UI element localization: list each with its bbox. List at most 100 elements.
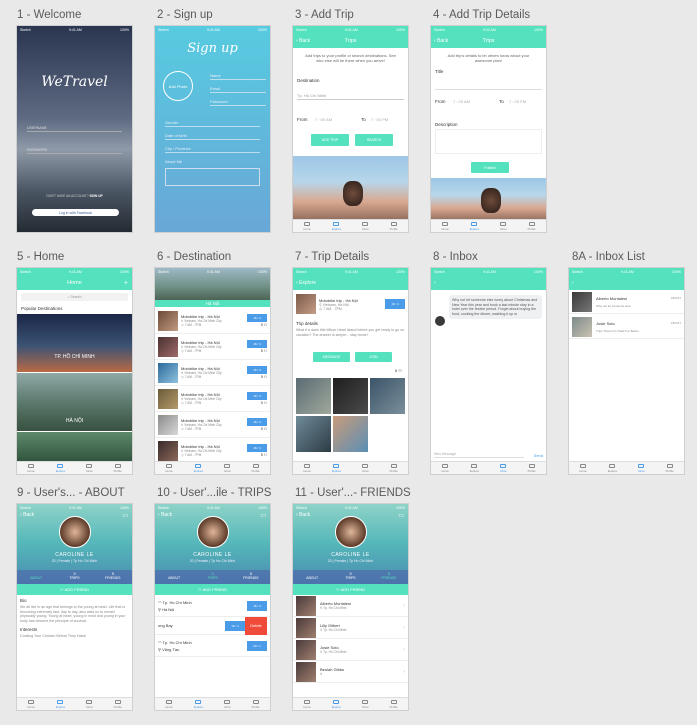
description-textarea[interactable] xyxy=(435,129,542,154)
add-photo-button[interactable]: Add Photo xyxy=(163,71,193,101)
back-button[interactable]: ‹ Back xyxy=(296,512,310,518)
delete-button[interactable]: Delete xyxy=(245,616,267,635)
tab-explore[interactable]: Explore xyxy=(56,463,65,473)
to-input[interactable]: 7 : 00 PM xyxy=(509,99,526,104)
gallery-photo[interactable] xyxy=(296,416,331,452)
tab-inbox[interactable]: Inbox xyxy=(638,463,645,473)
tab-home[interactable]: Home xyxy=(441,463,449,473)
tab-inbox[interactable]: Inbox xyxy=(362,221,369,231)
search-button[interactable]: SEARCH xyxy=(355,134,393,146)
friend-row[interactable]: Lilly Gilbert ⚲ Tp. Hồ Chí Minh › xyxy=(293,617,408,639)
tab-explore[interactable]: Explore xyxy=(56,699,65,709)
city-card-hanoi[interactable]: HÀ NỘI xyxy=(17,373,132,431)
tab-explore[interactable]: Explore xyxy=(194,699,203,709)
trip-row[interactable]: ◠ Tp. Hồ Chí Minh ⚲ Vũng Tàu 20 / 1 xyxy=(155,635,270,657)
tab-home[interactable]: Home xyxy=(27,699,35,709)
gallery-photo[interactable] xyxy=(333,378,368,414)
city-field[interactable]: City / Province xyxy=(165,146,260,153)
gallery-photo[interactable] xyxy=(296,378,331,414)
tab-inbox[interactable]: Inbox xyxy=(86,463,93,473)
add-friend-button[interactable]: ⚇ ADD FRIEND xyxy=(155,584,270,595)
destination-input[interactable]: Tp. Hồ Chí Minh xyxy=(297,93,404,100)
city-card-third[interactable] xyxy=(17,432,132,464)
back-button[interactable]: ‹ Back xyxy=(158,512,172,518)
friend-row[interactable]: Josie Soto ⚲ Tp. Hồ Chí Minh › xyxy=(293,639,408,661)
profile-tab-friends[interactable]: 5 FRIENDS xyxy=(370,570,408,584)
trip-list-item[interactable]: Motobike trip - Hà Nội ⚲ Vietnam, Ha Chi… xyxy=(155,412,270,438)
tab-explore[interactable]: Explore xyxy=(332,221,341,231)
trip-list-item[interactable]: Motobike trip - Hà Nội ⚲ Vietnam, Ha Chi… xyxy=(155,386,270,412)
back-button[interactable]: ‹ xyxy=(434,280,436,286)
city-card-hcm[interactable]: TP. HỒ CHÍ MINH xyxy=(17,314,132,372)
tab-explore[interactable]: Explore xyxy=(332,463,341,473)
trip-row[interactable]: ◠ Tp. Hồ Chí Minh ⚲ Hà Nội 16 / 4 xyxy=(155,595,270,617)
profile-tab-friends[interactable]: 5 FRIENDS xyxy=(94,570,132,584)
name-field[interactable]: Name xyxy=(210,73,266,80)
tab-profile[interactable]: Profile xyxy=(390,221,398,231)
friend-row[interactable]: Alberto Montalesi ⚲ Tp. Hồ Chí Minh › xyxy=(293,595,408,617)
friend-row[interactable]: Beulah Gibbs ⚲ › xyxy=(293,661,408,683)
from-input[interactable]: 7 : 00 AM xyxy=(315,117,332,122)
publish-button[interactable]: Publish xyxy=(471,162,509,173)
tab-profile[interactable]: Profile xyxy=(252,699,260,709)
email-field[interactable]: Email xyxy=(210,86,266,93)
profile-tab-about[interactable]: ABOUT xyxy=(155,570,193,584)
profile-tab-trips[interactable]: 3 TRIPS xyxy=(193,570,231,584)
trip-list-item[interactable]: Motobike trip - Hà Nội ⚲ Vietnam, Ha Chi… xyxy=(155,308,270,334)
tab-home[interactable]: Home xyxy=(303,221,311,231)
tab-inbox[interactable]: Inbox xyxy=(500,463,507,473)
tab-inbox[interactable]: Inbox xyxy=(86,699,93,709)
password-field[interactable]: Password xyxy=(210,99,266,106)
facebook-login-button[interactable]: Log in with Facebook xyxy=(32,209,119,216)
tab-profile[interactable]: Profile xyxy=(252,463,260,473)
profile-tab-about[interactable]: ABOUT xyxy=(17,570,55,584)
tab-profile[interactable]: Profile xyxy=(390,463,398,473)
message-input[interactable]: New Message xyxy=(434,452,524,458)
back-button[interactable]: ‹ Back xyxy=(296,38,310,44)
tab-inbox[interactable]: Inbox xyxy=(224,463,231,473)
conversation-item[interactable]: Josie Soto 15/3/17 Trips Travel On Track … xyxy=(569,315,684,339)
title-input[interactable] xyxy=(435,76,542,90)
about-textarea[interactable] xyxy=(165,168,260,186)
trip-list-item[interactable]: Motobike trip - Hà Nội ⚲ Vietnam, Ha Chi… xyxy=(155,360,270,386)
chat-icon[interactable]: ▭ xyxy=(122,512,128,519)
tab-explore[interactable]: Explore xyxy=(194,463,203,473)
tab-explore[interactable]: Explore xyxy=(608,463,617,473)
from-input[interactable]: 7 : 00 AM xyxy=(453,99,470,104)
signup-link[interactable]: SIGN UP xyxy=(90,194,103,198)
tab-profile[interactable]: Profile xyxy=(666,463,674,473)
profile-tab-about[interactable]: ABOUT xyxy=(293,570,331,584)
tab-explore[interactable]: Explore xyxy=(332,699,341,709)
trip-list-item[interactable]: Motobike trip - Hà Nội ⚲ Vietnam, Ha Chi… xyxy=(155,334,270,360)
tab-inbox[interactable]: Inbox xyxy=(362,699,369,709)
conversation-item[interactable]: Alberto Montalesi 18/3/17 Why not let som… xyxy=(569,290,684,314)
back-button[interactable]: ‹ Explore xyxy=(296,280,316,286)
profile-tab-friends[interactable]: 5 FRIENDS xyxy=(232,570,270,584)
gallery-photo[interactable] xyxy=(370,378,405,414)
tab-home[interactable]: Home xyxy=(27,463,35,473)
tab-home[interactable]: Home xyxy=(441,221,449,231)
tab-home[interactable]: Home xyxy=(303,463,311,473)
dob-field[interactable]: Date of birth xyxy=(165,133,260,140)
tab-profile[interactable]: Profile xyxy=(114,699,122,709)
tab-profile[interactable]: Profile xyxy=(114,463,122,473)
add-friend-button[interactable]: ⚇ ADD FRIEND xyxy=(293,584,408,595)
gender-field[interactable]: Gender xyxy=(165,120,260,127)
chat-icon[interactable]: ▭ xyxy=(260,512,266,519)
tab-inbox[interactable]: Inbox xyxy=(362,463,369,473)
tab-home[interactable]: Home xyxy=(165,699,173,709)
tab-profile[interactable]: Profile xyxy=(390,699,398,709)
tab-explore[interactable]: Explore xyxy=(470,463,479,473)
tab-explore[interactable]: Explore xyxy=(470,221,479,231)
add-trip-button[interactable]: ADD TRIP xyxy=(311,134,349,146)
tab-profile[interactable]: Profile xyxy=(528,221,536,231)
chat-icon[interactable]: ▭ xyxy=(398,512,404,519)
message-button[interactable]: MESSAGE xyxy=(313,352,350,362)
search-input[interactable]: ⌕ Search xyxy=(21,293,128,301)
password-field[interactable]: PASSWORD xyxy=(27,148,122,154)
profile-tab-trips[interactable]: 3 TRIPS xyxy=(55,570,93,584)
profile-tab-trips[interactable]: 3 TRIPS xyxy=(331,570,369,584)
send-button[interactable]: Send xyxy=(534,453,543,458)
username-field[interactable]: USERNAME xyxy=(27,126,122,132)
tab-home[interactable]: Home xyxy=(165,463,173,473)
